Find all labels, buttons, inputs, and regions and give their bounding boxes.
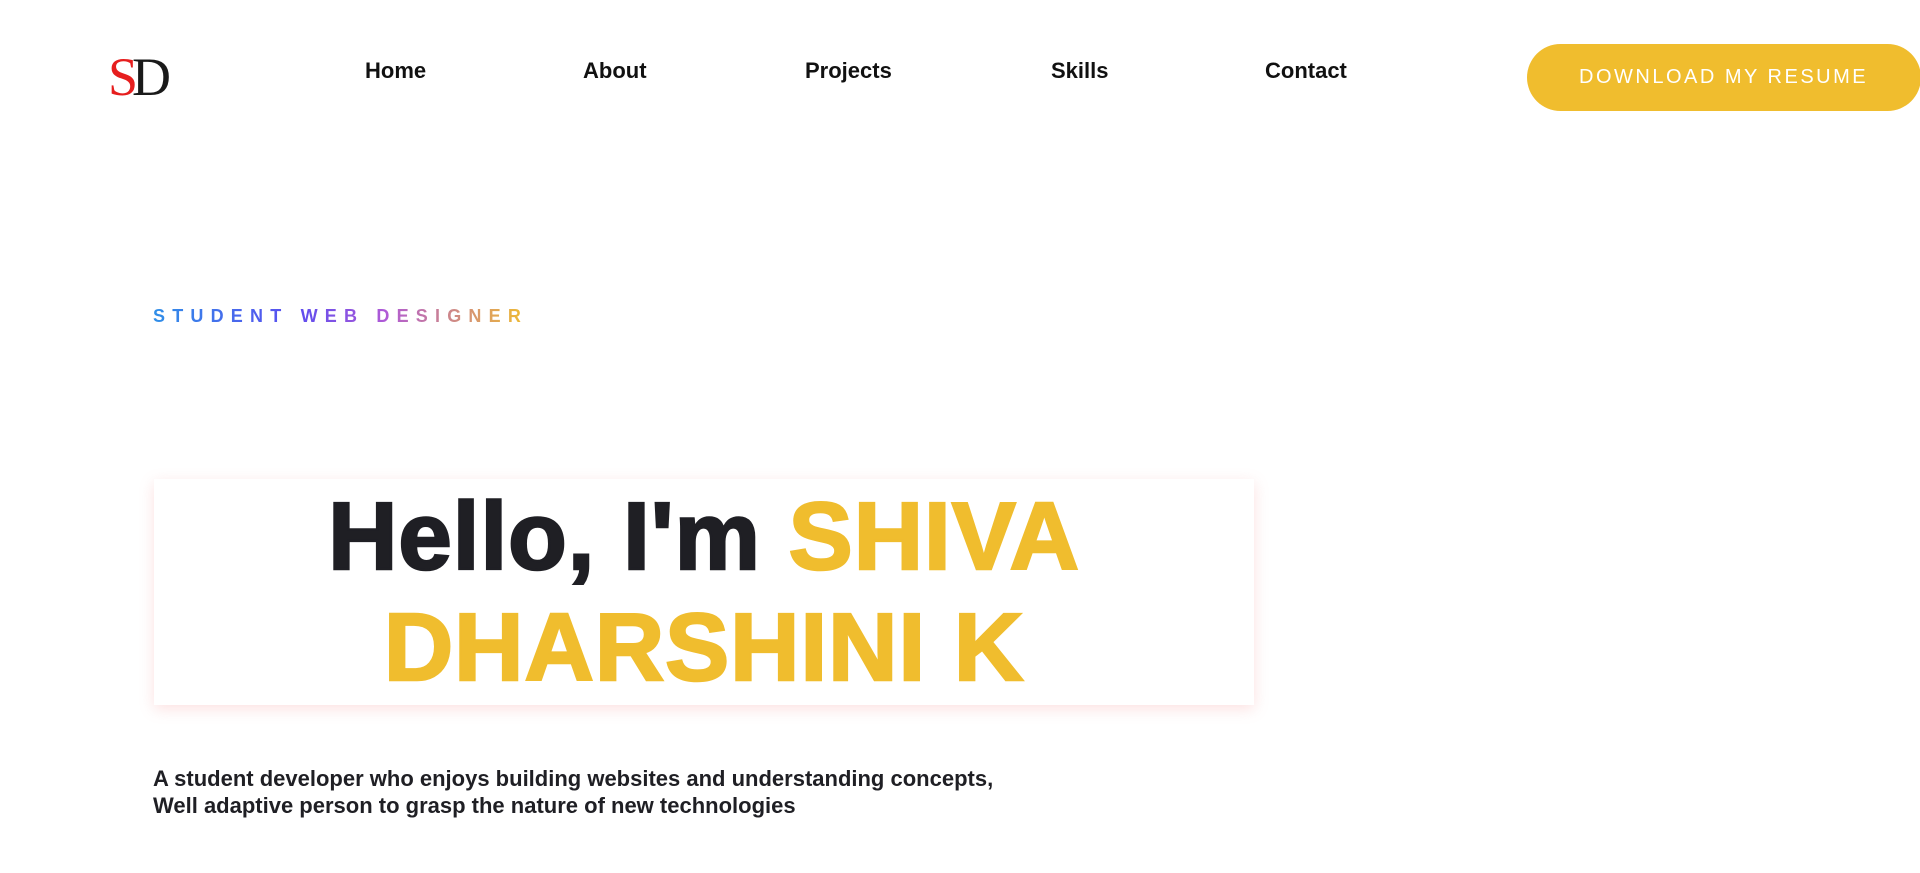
intro-line-1: A student developer who enjoys building …: [153, 766, 994, 791]
hero-title-card: Hello, I'm SHIVA DHARSHINI K: [154, 479, 1254, 705]
hero-name-first: SHIVA: [787, 482, 1080, 592]
hero-title: Hello, I'm SHIVA DHARSHINI K: [204, 481, 1204, 703]
nav-link-projects[interactable]: Projects: [805, 58, 892, 84]
nav-link-contact[interactable]: Contact: [1265, 58, 1347, 84]
nav-link-skills[interactable]: Skills: [1051, 58, 1108, 84]
nav-link-home[interactable]: Home: [365, 58, 426, 84]
logo-letter-d: D: [132, 47, 172, 107]
portfolio-page: SD Home About Projects Skills Contact DO…: [0, 0, 1920, 873]
intro-line-2: Well adaptive person to grasp the nature…: [153, 793, 796, 818]
hero-tagline: STUDENT WEB DESIGNER: [153, 306, 529, 326]
nav-link-about[interactable]: About: [583, 58, 647, 84]
hero-greeting: Hello, I'm: [327, 482, 761, 592]
hero-intro: A student developer who enjoys building …: [153, 765, 993, 819]
hero-name-last: DHARSHINI K: [383, 593, 1025, 703]
site-logo[interactable]: SD: [108, 50, 171, 104]
download-resume-button[interactable]: DOWNLOAD MY RESUME: [1527, 44, 1920, 111]
